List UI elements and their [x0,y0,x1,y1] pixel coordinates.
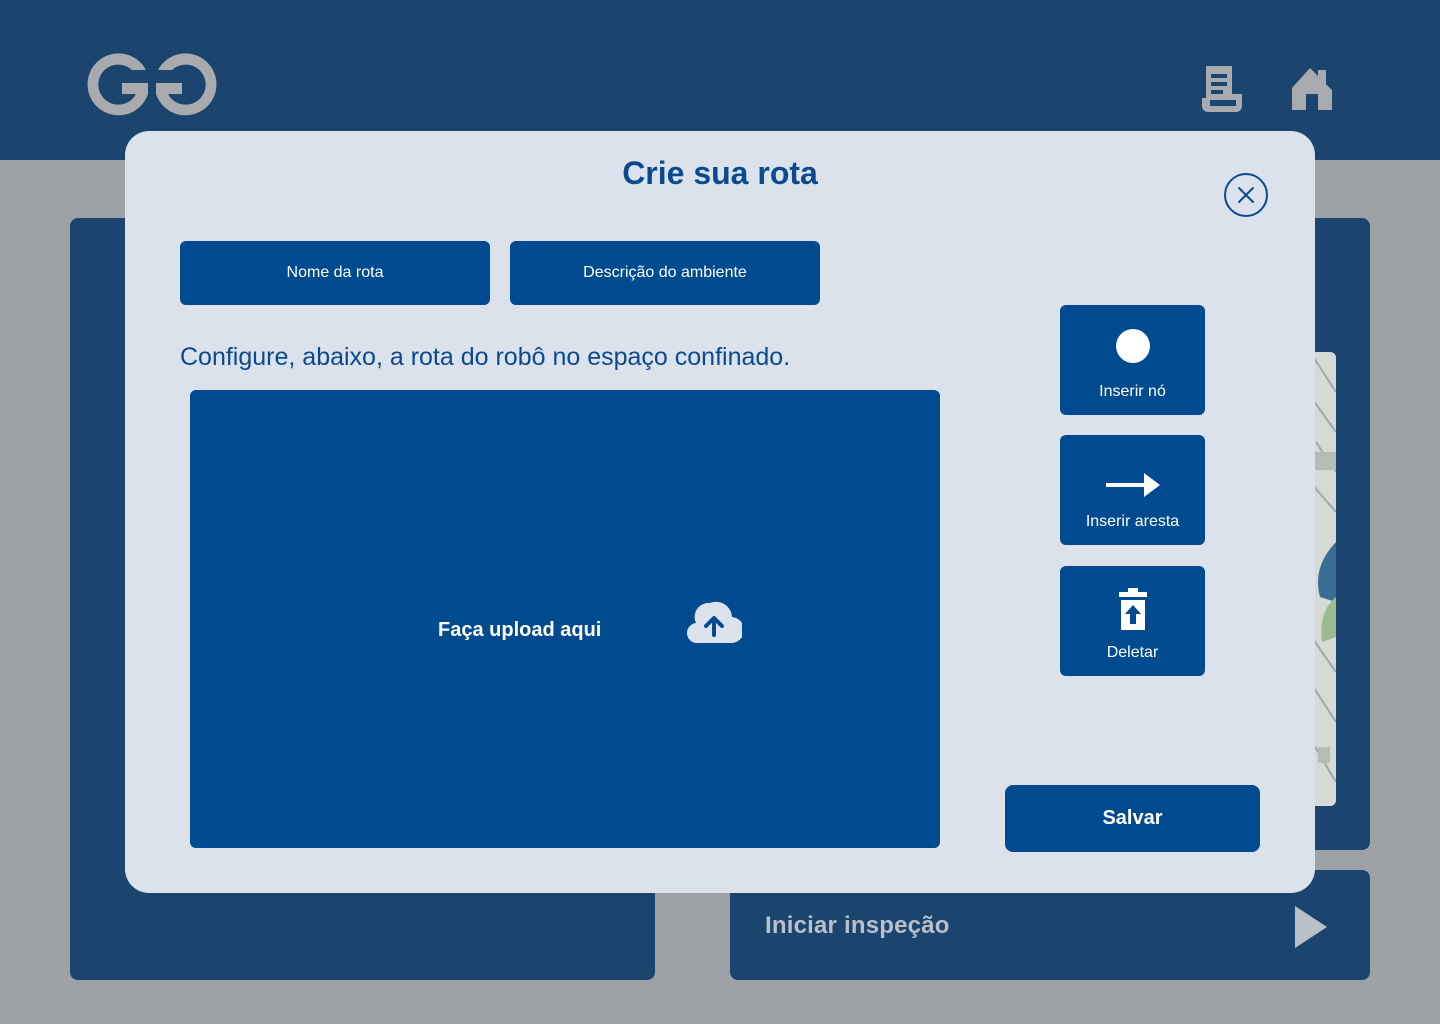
cloud-upload-icon [687,601,742,644]
insert-node-label: Inserir nó [1099,383,1166,400]
close-icon [1238,187,1254,203]
insert-edge-label: Inserir aresta [1085,513,1180,530]
play-icon [1295,906,1327,948]
start-inspection-label: Iniciar inspeção [765,912,950,939]
save-button[interactable]: Salvar [1005,785,1260,852]
route-name-field[interactable]: Nome da rota [180,241,490,305]
upload-area[interactable]: Faça upload aqui [190,390,940,848]
delete-label: Deletar [1106,644,1159,661]
insert-edge-button[interactable]: Inserir aresta [1060,435,1205,545]
gg-logo-icon[interactable] [82,50,224,126]
upload-label: Faça upload aqui [438,619,602,641]
document-icon[interactable] [1198,64,1244,112]
insert-node-button[interactable]: Inserir nó [1060,305,1205,415]
arrow-right-icon [1105,473,1160,497]
delete-button[interactable]: Deletar [1060,566,1205,676]
node-circle-icon [1115,329,1150,363]
close-button[interactable] [1224,173,1268,217]
create-route-modal: Crie sua rota Nome da rota Descrição do … [125,131,1315,893]
modal-title: Crie sua rota [622,155,818,191]
environment-description-field[interactable]: Descrição do ambiente [510,241,820,305]
home-icon[interactable] [1288,64,1336,112]
route-instructions: Configure, abaixo, a rota do robô no esp… [180,343,791,371]
trash-icon [1118,588,1147,630]
